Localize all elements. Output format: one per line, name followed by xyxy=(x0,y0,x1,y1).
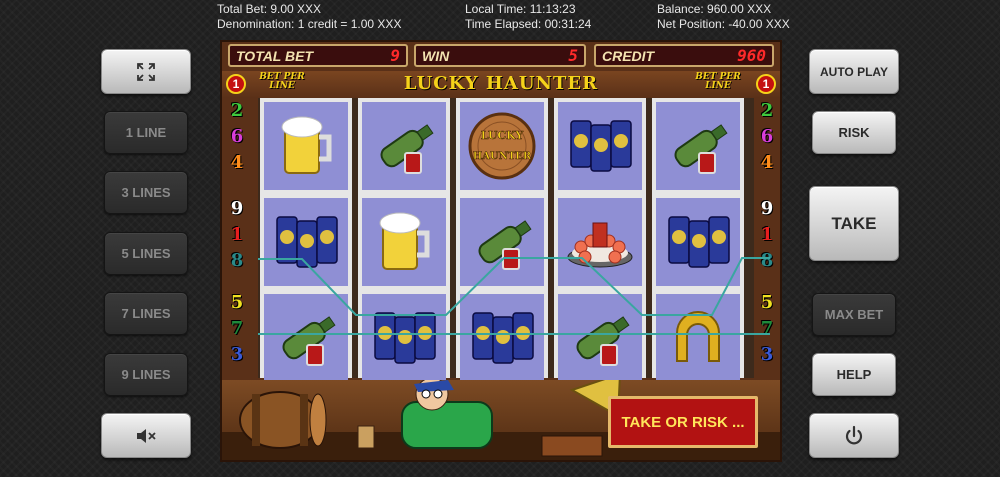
win-line-8 xyxy=(258,257,770,316)
balance-info: Balance: 960.00 XXX xyxy=(657,2,772,16)
denomination-info: Denomination: 1 credit = 1.00 XXX xyxy=(217,17,402,31)
net-position-info: Net Position: -40.00 XXX xyxy=(657,17,790,31)
local-time-info: Local Time: 11:13:23 xyxy=(465,2,576,16)
power-button[interactable] xyxy=(809,413,899,458)
lines-7-button[interactable]: 7 LINES xyxy=(104,292,188,335)
max-bet-button[interactable]: MAX BET xyxy=(812,293,896,336)
take-or-risk-message: TAKE OR RISK ... xyxy=(608,396,758,448)
line-1-button[interactable]: 1 LINE xyxy=(104,111,188,154)
time-elapsed-info: Time Elapsed: 00:31:24 xyxy=(465,17,592,31)
take-button[interactable]: TAKE xyxy=(809,186,899,261)
session-info-mid: Local Time: 11:13:23 Time Elapsed: 00:31… xyxy=(465,2,591,32)
barrel-icon xyxy=(239,391,327,449)
help-button[interactable]: HELP xyxy=(812,353,896,396)
fullscreen-button[interactable] xyxy=(101,49,191,94)
risk-button[interactable]: RISK xyxy=(812,111,896,154)
fullscreen-icon xyxy=(137,62,155,81)
lines-5-button[interactable]: 5 LINES xyxy=(104,232,188,275)
lines-3-button[interactable]: 3 LINES xyxy=(104,171,188,214)
session-info-right: Balance: 960.00 XXX Net Position: -40.00… xyxy=(657,2,790,32)
slot-game-area: TOTAL BET 9 WIN 5 CREDIT 960 1 BET PER L… xyxy=(220,40,782,462)
session-info-left: Total Bet: 9.00 XXX Denomination: 1 cred… xyxy=(217,2,401,32)
mute-icon xyxy=(137,428,156,443)
auto-play-button[interactable]: AUTO PLAY xyxy=(809,49,899,94)
sound-toggle-button[interactable] xyxy=(101,413,191,458)
power-icon xyxy=(845,425,863,444)
total-bet-info: Total Bet: 9.00 XXX xyxy=(217,2,322,16)
lines-9-button[interactable]: 9 LINES xyxy=(104,353,188,396)
